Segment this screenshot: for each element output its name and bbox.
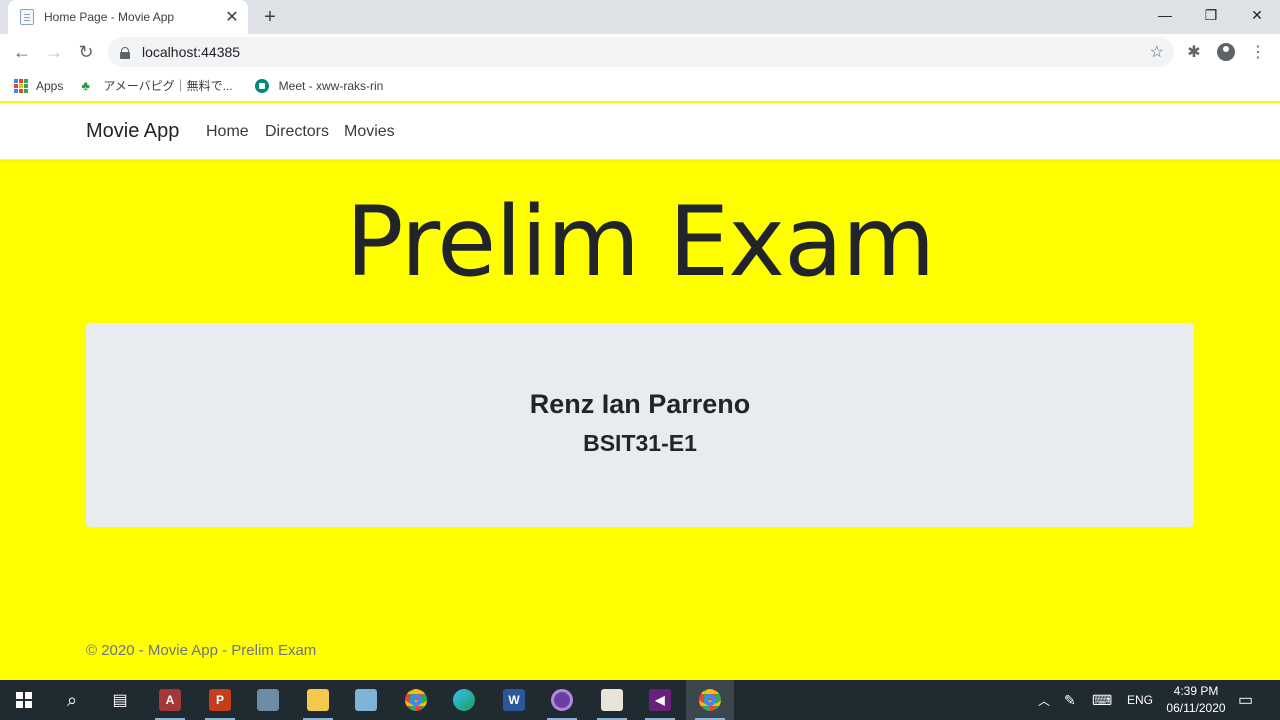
windows-taskbar: ⌕ ▤ A P W ◀ ︿ ✎ ⌨ ENG ▭	[0, 680, 1280, 720]
nav-link-directors[interactable]: Directors	[265, 123, 329, 141]
bookmarks-bar: Apps ♣ アメーバピグ｜無料で... Meet - xww-raks-rin	[0, 70, 1280, 102]
new-tab-button[interactable]: +	[258, 5, 282, 29]
access-app-icon[interactable]: A	[146, 680, 194, 720]
lock-icon[interactable]	[120, 46, 130, 59]
reload-icon[interactable]: ↻	[72, 38, 100, 66]
bookmark-label: アメーバピグ｜無料で...	[103, 79, 233, 93]
taskbar-clock[interactable]: 4:39 PM 06/11/2020	[1160, 683, 1232, 717]
student-section: BSIT31-E1	[583, 430, 697, 456]
nav-link-home[interactable]: Home	[206, 123, 249, 141]
windows-logo-icon	[16, 692, 32, 708]
paint-app-icon[interactable]	[588, 680, 636, 720]
restore-button[interactable]: ❐	[1188, 0, 1234, 30]
page-title: Prelim Exam	[0, 186, 1280, 298]
task-view-icon[interactable]: ▤	[96, 680, 144, 720]
bookmark-meet[interactable]: Meet - xww-raks-rin	[254, 78, 384, 93]
apps-grid-icon	[14, 78, 28, 93]
menu-icon[interactable]: ⋮	[1246, 40, 1270, 64]
browser-tab-strip: Home Page - Movie App ✕ + — ❐ ✕	[0, 0, 1280, 34]
search-icon[interactable]: ⌕	[48, 680, 96, 720]
browser-tab[interactable]: Home Page - Movie App ✕	[8, 0, 248, 34]
control-panel-icon[interactable]	[244, 680, 292, 720]
url-text[interactable]: localhost:44385	[142, 44, 1150, 60]
file-explorer-icon[interactable]	[294, 680, 342, 720]
start-button[interactable]	[0, 680, 48, 720]
bookmark-star-icon[interactable]: ☆	[1150, 42, 1164, 62]
ameba-icon: ♣	[81, 77, 90, 93]
notifications-icon[interactable]: ▭	[1238, 680, 1253, 720]
brand-link[interactable]: Movie App	[86, 120, 179, 143]
close-tab-icon[interactable]: ✕	[222, 7, 242, 27]
nav-link-movies[interactable]: Movies	[344, 123, 395, 141]
site-navbar: Movie App Home Directors Movies	[0, 103, 1280, 160]
address-bar[interactable]: localhost:44385 ☆	[108, 37, 1174, 67]
visual-studio-icon[interactable]: ◀	[636, 680, 684, 720]
bookmark-ameba[interactable]: ♣ アメーバピグ｜無料で...	[81, 77, 232, 94]
pen-icon[interactable]: ✎	[1064, 680, 1076, 720]
footer-text: © 2020 - Movie App - Prelim Exam	[86, 642, 317, 659]
keyboard-icon[interactable]: ⌨	[1092, 680, 1112, 720]
tray-chevron-icon[interactable]: ︿	[1038, 680, 1050, 720]
forward-icon[interactable]: →	[40, 38, 68, 66]
language-indicator[interactable]: ENG	[1127, 680, 1153, 720]
bookmark-apps[interactable]: Apps	[14, 78, 64, 93]
close-window-button[interactable]: ✕	[1234, 0, 1280, 30]
notepad-icon[interactable]	[342, 680, 390, 720]
minimize-button[interactable]: —	[1142, 0, 1188, 30]
chrome-icon[interactable]	[392, 680, 440, 720]
bookmark-label: Apps	[36, 78, 64, 93]
extensions-icon[interactable]: ✱	[1182, 40, 1206, 64]
student-name: Renz Ian Parreno	[529, 389, 751, 419]
word-app-icon[interactable]: W	[490, 680, 538, 720]
edge-icon[interactable]	[440, 680, 488, 720]
chrome-active-icon[interactable]	[686, 680, 734, 720]
purple-app-icon[interactable]	[538, 680, 586, 720]
meet-icon	[254, 78, 269, 93]
browser-toolbar: ← → ↻ localhost:44385 ☆ ✱ ⋮	[0, 34, 1280, 70]
powerpoint-app-icon[interactable]: P	[196, 680, 244, 720]
info-card: Renz Ian Parreno BSIT31-E1	[86, 323, 1194, 527]
page-icon	[20, 9, 34, 25]
bookmark-label: Meet - xww-raks-rin	[278, 78, 384, 93]
footer-divider	[0, 619, 1280, 620]
page-title-text: Prelim Exam	[345, 186, 936, 298]
clock-time: 4:39 PM	[1173, 684, 1219, 698]
tab-title: Home Page - Movie App	[44, 10, 175, 24]
profile-icon[interactable]	[1214, 40, 1238, 64]
back-icon[interactable]: ←	[8, 38, 36, 66]
clock-date: 06/11/2020	[1166, 701, 1226, 715]
